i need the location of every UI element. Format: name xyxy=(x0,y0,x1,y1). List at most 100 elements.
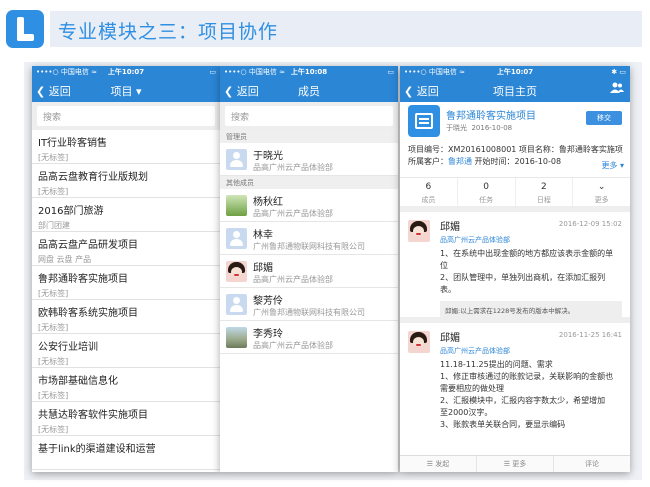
member-item-admin[interactable]: 于晓光 品高广州云产品体验部 xyxy=(220,143,398,176)
project-list-item[interactable]: 公安行业培训 [无标签] xyxy=(32,334,220,368)
avatar xyxy=(226,327,247,348)
avatar-placeholder-icon xyxy=(226,228,247,249)
phone-members: ••••○ 中国电信 ≈ 上午10:08 ▭ ❮ 返回 成员 搜索 管理员 于晓… xyxy=(220,66,398,472)
member-name: 于晓光 xyxy=(253,151,283,162)
member-item[interactable]: 黎芳伶 广州鲁邦通物联网科技有限公司 xyxy=(220,288,398,321)
member-item[interactable]: 李秀玲 品高广州云产品体验部 xyxy=(220,321,398,354)
status-time: 上午10:07 xyxy=(496,68,534,76)
project-list-item[interactable]: 共慧达聆客软件实施项目 [无标签] xyxy=(32,402,220,436)
chevron-down-icon: ⌄ xyxy=(597,182,606,192)
post-reply: 邱媚:以上需求在1228号发布的版本中解决。 xyxy=(440,301,622,319)
avatar xyxy=(226,261,247,282)
status-bar: ••••○ 中国电信 ≈ 上午10:08 ▭ xyxy=(220,66,398,78)
nav-title: 项目主页 xyxy=(493,85,537,98)
nav-title: 成员 xyxy=(298,85,320,98)
project-tags: [无标签] xyxy=(38,289,69,298)
more-button[interactable]: ☰ 更多 xyxy=(477,456,554,472)
initiate-button[interactable]: ☰ 发起 xyxy=(400,456,477,472)
project-name: 鲁邦通聆客实施项目 xyxy=(38,274,128,285)
header-bar: 专业模块之三：项目协作 xyxy=(50,11,642,47)
project-name: IT行业聆客销售 xyxy=(38,138,108,149)
project-tags: [无标签] xyxy=(38,357,69,366)
project-tags: 部门团建 xyxy=(38,221,70,230)
project-name: 品高云盘教育行业版规划 xyxy=(38,172,148,183)
logo xyxy=(6,10,44,48)
project-list-item[interactable]: 鲁邦通聆客实施项目 [无标签] xyxy=(32,266,220,300)
status-bar: ••••○ 中国电信 ≈ 上午10:07 ▭ xyxy=(32,66,220,78)
project-list-item[interactable]: 欧韩聆客系统实施项目 [无标签] xyxy=(32,300,220,334)
section-header-admin: 管理员 xyxy=(220,130,398,143)
comment-button[interactable]: 评论 xyxy=(554,456,630,472)
project-list-item[interactable]: 2016部门旅游 部门团建 xyxy=(32,198,220,232)
member-org: 品高广州云产品体验部 xyxy=(253,341,333,350)
project-list-item[interactable]: IT行业聆客销售 [无标签] xyxy=(32,130,220,164)
battery-icon: ✱ ▭ xyxy=(611,68,626,76)
project-list-item[interactable]: 品高云盘产品研发项目 网盘 云盘 产品 xyxy=(32,232,220,266)
search-input[interactable]: 搜索 xyxy=(37,106,215,126)
member-item[interactable]: 林幸 广州鲁邦通物联网科技有限公司 xyxy=(220,222,398,255)
members-icon[interactable] xyxy=(610,82,624,97)
avatar xyxy=(408,220,430,242)
feed-post: 邱媚 2016-11-25 16:41 品高广州云产品体验部 11.18-11.… xyxy=(400,323,630,436)
post-org: 品高广州云产品体验部 xyxy=(440,236,510,244)
project-tags: [无标签] xyxy=(38,391,69,400)
slide: 专业模块之三：项目协作 ••••○ 中国电信 ≈ 上午10:07 ▭ ❮ 返回 … xyxy=(0,0,650,487)
stats-bar: 6 成员 0 任务 2 日程 ⌄ 更多 xyxy=(400,178,630,212)
more-icon: ☰ xyxy=(503,460,513,468)
more-info-link[interactable]: 更多 ▾ xyxy=(601,160,624,171)
member-name: 林幸 xyxy=(253,230,273,241)
stat-schedule[interactable]: 2 日程 xyxy=(516,178,574,206)
bottom-action-bar: ☰ 发起 ☰ 更多 评论 xyxy=(400,455,630,472)
project-tags: [无标签] xyxy=(38,153,69,162)
post-date: 2016-12-09 15:02 xyxy=(558,220,622,228)
stat-more[interactable]: ⌄ 更多 xyxy=(573,178,630,206)
nav-bar: ❮ 返回 项目主页 xyxy=(400,78,630,102)
project-client-row: 所属客户：鲁邦通 开始时间：2016-10-08 xyxy=(408,157,562,166)
member-item[interactable]: 杨秋红 品高广州云产品体验部 xyxy=(220,189,398,222)
phone-project-list: ••••○ 中国电信 ≈ 上午10:07 ▭ ❮ 返回 项目 ▾ 搜索 IT行业… xyxy=(32,66,220,472)
post-org: 品高广州云产品体验部 xyxy=(440,347,510,355)
stat-tasks[interactable]: 0 任务 xyxy=(458,178,516,206)
battery-icon: ▭ xyxy=(209,68,216,76)
project-filter-dropdown[interactable]: 项目 ▾ xyxy=(32,83,220,99)
transfer-button[interactable]: 移交 xyxy=(586,111,622,125)
post-date: 2016-11-25 16:41 xyxy=(558,331,622,339)
member-org: 品高广州云产品体验部 xyxy=(253,275,333,284)
project-list-item[interactable]: 基于link的渠道建设和运营 xyxy=(32,436,220,470)
status-time: 上午10:08 xyxy=(290,68,328,76)
status-time: 上午10:07 xyxy=(107,68,145,76)
plus-icon: ☰ xyxy=(426,460,436,468)
post-body: 11.18-11.25提出的问题、需求 1、修正审核通过的账款记录，关联影响的金… xyxy=(440,360,614,429)
project-name: 品高云盘产品研发项目 xyxy=(38,240,138,251)
member-name: 邱媚 xyxy=(253,263,273,274)
search-input[interactable]: 搜索 xyxy=(225,106,393,126)
member-item[interactable]: 邱媚 品高广州云产品体验部 xyxy=(220,255,398,288)
status-bar: ••••○ 中国电信 ≈ 上午10:07 ✱ ▭ xyxy=(400,66,630,78)
phone-project-home: ••••○ 中国电信 ≈ 上午10:07 ✱ ▭ ❮ 返回 项目主页 鲁邦通聆客… xyxy=(400,66,630,472)
caret-down-icon: ▾ xyxy=(132,85,142,98)
member-name: 黎芳伶 xyxy=(253,296,283,307)
project-code-row: 项目编号：XM20161008001 项目名称：鲁邦通聆客实施项 xyxy=(408,145,623,154)
project-info: 项目编号：XM20161008001 项目名称：鲁邦通聆客实施项 所属客户：鲁邦… xyxy=(400,144,630,178)
avatar xyxy=(226,195,247,216)
project-list-item[interactable]: 品高云盘教育行业版规划 [无标签] xyxy=(32,164,220,198)
project-list-item[interactable]: 市场部基础信息化 [无标签] xyxy=(32,368,220,402)
project-header: 鲁邦通聆客实施项目 于晓光 2016-10-08 移交 xyxy=(400,102,630,144)
page-title: 专业模块之三：项目协作 xyxy=(58,21,279,43)
project-name: 2016部门旅游 xyxy=(38,206,104,217)
search-bar: 搜索 xyxy=(32,102,220,130)
project-tags: 网盘 云盘 产品 xyxy=(38,255,92,264)
nav-bar: ❮ 返回 项目 ▾ xyxy=(32,78,220,102)
project-list: IT行业聆客销售 [无标签] 品高云盘教育行业版规划 [无标签] 2016部门旅游 部门团… xyxy=(32,130,220,470)
project-name: 欧韩聆客系统实施项目 xyxy=(38,308,138,319)
avatar-placeholder-icon xyxy=(226,149,247,170)
search-bar: 搜索 xyxy=(220,102,398,130)
project-meta: 于晓光 2016-10-08 xyxy=(446,124,513,132)
member-org: 品高广州云产品体验部 xyxy=(253,163,333,172)
member-org: 广州鲁邦通物联网科技有限公司 xyxy=(253,242,365,251)
client-link[interactable]: 鲁邦通 xyxy=(448,157,472,166)
project-tags: [无标签] xyxy=(38,187,69,196)
section-header-others: 其他成员 xyxy=(220,176,398,189)
stat-members[interactable]: 6 成员 xyxy=(400,178,458,206)
feed-post: 邱媚 2016-12-09 15:02 品高广州云产品体验部 1、在系统中出现金… xyxy=(400,212,630,323)
